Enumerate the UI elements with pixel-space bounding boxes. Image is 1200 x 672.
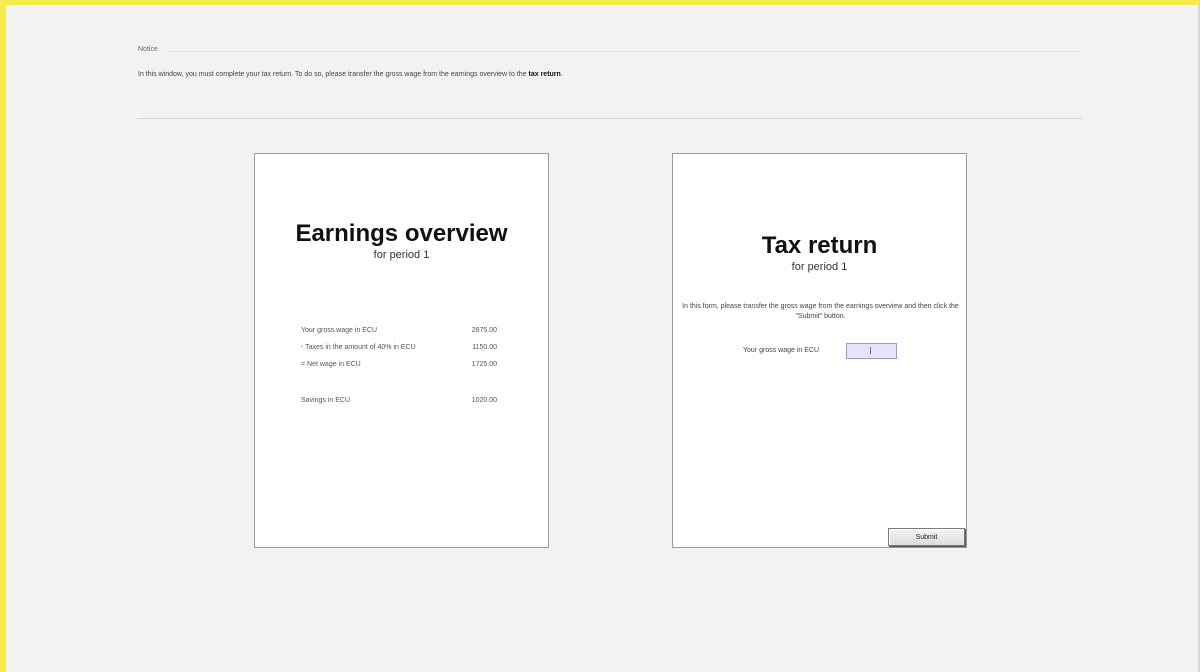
tax-return-instruction: In this form, please transfer the gross … [682, 303, 959, 320]
notice-divider [138, 118, 1082, 119]
notice-divider-top [168, 51, 1082, 52]
earnings-title: Earnings overview [295, 220, 508, 247]
earnings-row-savings: Savings in ECU 1020.00 [301, 397, 497, 407]
app-window: Notice In this window, you must complete… [0, 0, 1200, 672]
earnings-row-gross-wage: Your gross wage in ECU 2875.00 [301, 327, 497, 337]
row-value: 1150.00 [472, 344, 497, 351]
notice-text-end: . [560, 71, 563, 78]
row-value: 1020.00 [471, 397, 497, 404]
row-value: 1725.00 [471, 361, 497, 368]
earnings-row-net-wage: = Net wage in ECU 1725.00 [301, 361, 497, 371]
submit-button[interactable]: Submit [888, 528, 965, 546]
notice-text-main: In this window, you must complete your t… [138, 71, 529, 78]
notice-text-bold: tax return [528, 71, 561, 78]
tax-return-subtitle: for period 1 [791, 261, 848, 273]
earnings-subtitle: for period 1 [373, 249, 430, 261]
row-label: Your gross wage in ECU [301, 327, 378, 334]
row-label: - Taxes in the amount of 40% in ECU [301, 344, 416, 351]
earnings-overview-panel: Earnings overview for period 1 Your gros… [254, 153, 549, 548]
notice-label: Notice [138, 46, 158, 53]
gross-wage-input[interactable] [846, 343, 897, 359]
row-label: Savings in ECU [301, 397, 351, 404]
row-label: = Net wage in ECU [301, 361, 361, 368]
notice-text: In this window, you must complete your t… [138, 71, 563, 78]
text-cursor [870, 347, 871, 354]
row-value: 2875.00 [471, 327, 497, 334]
earnings-row-taxes: - Taxes in the amount of 40% in ECU 1150… [301, 344, 497, 354]
tax-return-title: Tax return [761, 232, 878, 259]
tax-return-panel: Tax return for period 1 In this form, pl… [672, 153, 967, 548]
gross-wage-label: Your gross wage in ECU [743, 347, 820, 354]
